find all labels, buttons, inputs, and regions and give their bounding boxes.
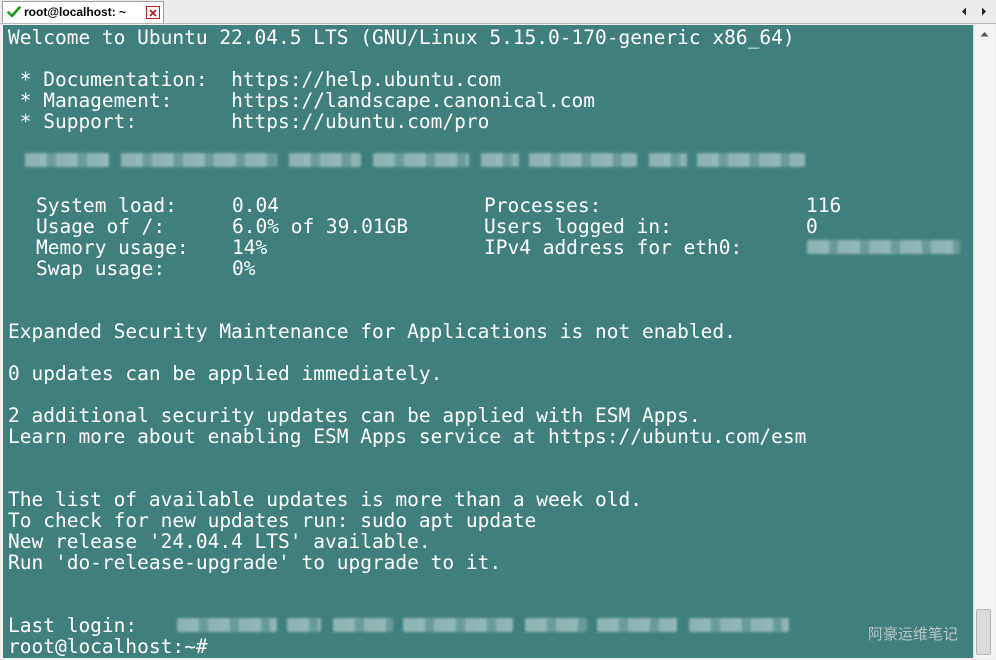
check-updates-line: To check for new updates run: sudo apt u… (8, 509, 537, 532)
redacted-text (597, 618, 677, 632)
check-icon (7, 6, 21, 18)
management-link[interactable]: https://landscape.canonical.com (231, 89, 595, 112)
chevron-up-icon (980, 31, 988, 36)
documentation-line: * Documentation: https://help.ubuntu.com (8, 69, 501, 90)
management-line: * Management: https://landscape.canonica… (8, 90, 595, 111)
redacted-text (25, 153, 109, 167)
documentation-label: * Documentation: (8, 68, 232, 91)
tab-title: root@localhost: ~ (24, 5, 127, 19)
system-load-label: System load: (36, 194, 177, 217)
redacted-text (287, 618, 321, 632)
redacted-text (529, 153, 637, 167)
redacted-ip-address (807, 240, 960, 254)
scroll-up-button[interactable] (974, 25, 994, 42)
support-label: * Support: (8, 110, 232, 133)
processes-value: 116 (806, 194, 842, 217)
users-logged-in-value: 0 (806, 215, 818, 238)
redacted-text (649, 153, 687, 167)
redacted-text (177, 618, 277, 632)
processes-label: Processes: (484, 194, 602, 217)
memory-usage-label: Memory usage: (36, 236, 189, 259)
scrollbar-thumb[interactable] (976, 609, 991, 655)
redacted-text (373, 153, 469, 167)
terminal-output[interactable]: Welcome to Ubuntu 22.04.5 LTS (GNU/Linux… (3, 25, 973, 658)
usage-label: Usage of /: (36, 215, 166, 238)
learn-more-line: Learn more about enabling ESM Apps servi… (8, 425, 807, 448)
documentation-link[interactable]: https://help.ubuntu.com (231, 68, 501, 91)
shell-prompt[interactable]: root@localhost:~# (8, 636, 208, 657)
tab-scroll-right-button[interactable] (978, 4, 990, 18)
usage-value: 6.0% of 39.01GB (232, 215, 409, 238)
swap-usage-value: 0% (232, 257, 256, 280)
swap-usage-label: Swap usage: (36, 257, 166, 280)
last-login-label: Last login: (8, 614, 149, 637)
watermark: 阿豪运维笔记 (868, 625, 959, 643)
close-tab-button[interactable] (146, 6, 160, 19)
redacted-text (403, 618, 513, 632)
redacted-text (289, 153, 361, 167)
close-icon (149, 8, 157, 17)
tab-bar: root@localhost: ~ (0, 0, 996, 24)
ipv4-address-label: IPv4 address for eth0: (484, 236, 743, 259)
tab-scroll-left-button[interactable] (958, 4, 970, 18)
redacted-text (333, 618, 393, 632)
users-logged-in-label: Users logged in: (484, 215, 672, 238)
list-old-line: The list of available updates is more th… (8, 488, 642, 511)
security-updates-line: 2 additional security updates can be app… (8, 404, 701, 427)
redacted-text (481, 153, 519, 167)
memory-usage-value: 14% (232, 236, 268, 259)
chevron-left-icon (962, 7, 966, 15)
redacted-text (525, 618, 587, 632)
welcome-line: Welcome to Ubuntu 22.04.5 LTS (GNU/Linux… (8, 26, 795, 49)
management-label: * Management: (8, 89, 232, 112)
esm-line: Expanded Security Maintenance for Applic… (8, 320, 736, 343)
new-release-line: New release '24.04.4 LTS' available. (8, 530, 431, 553)
redacted-text (121, 153, 277, 167)
run-upgrade-line: Run 'do-release-upgrade' to upgrade to i… (8, 551, 502, 574)
redacted-text (697, 153, 805, 167)
redacted-text (689, 618, 789, 632)
support-link[interactable]: https://ubuntu.com/pro (231, 110, 489, 133)
support-line: * Support: https://ubuntu.com/pro (8, 110, 490, 133)
vertical-scrollbar[interactable] (973, 25, 994, 658)
session-tab[interactable]: root@localhost: ~ (2, 1, 164, 23)
system-load-value: 0.04 (232, 194, 279, 217)
chevron-right-icon (982, 7, 986, 15)
updates-line: 0 updates can be applied immediately. (8, 362, 443, 385)
